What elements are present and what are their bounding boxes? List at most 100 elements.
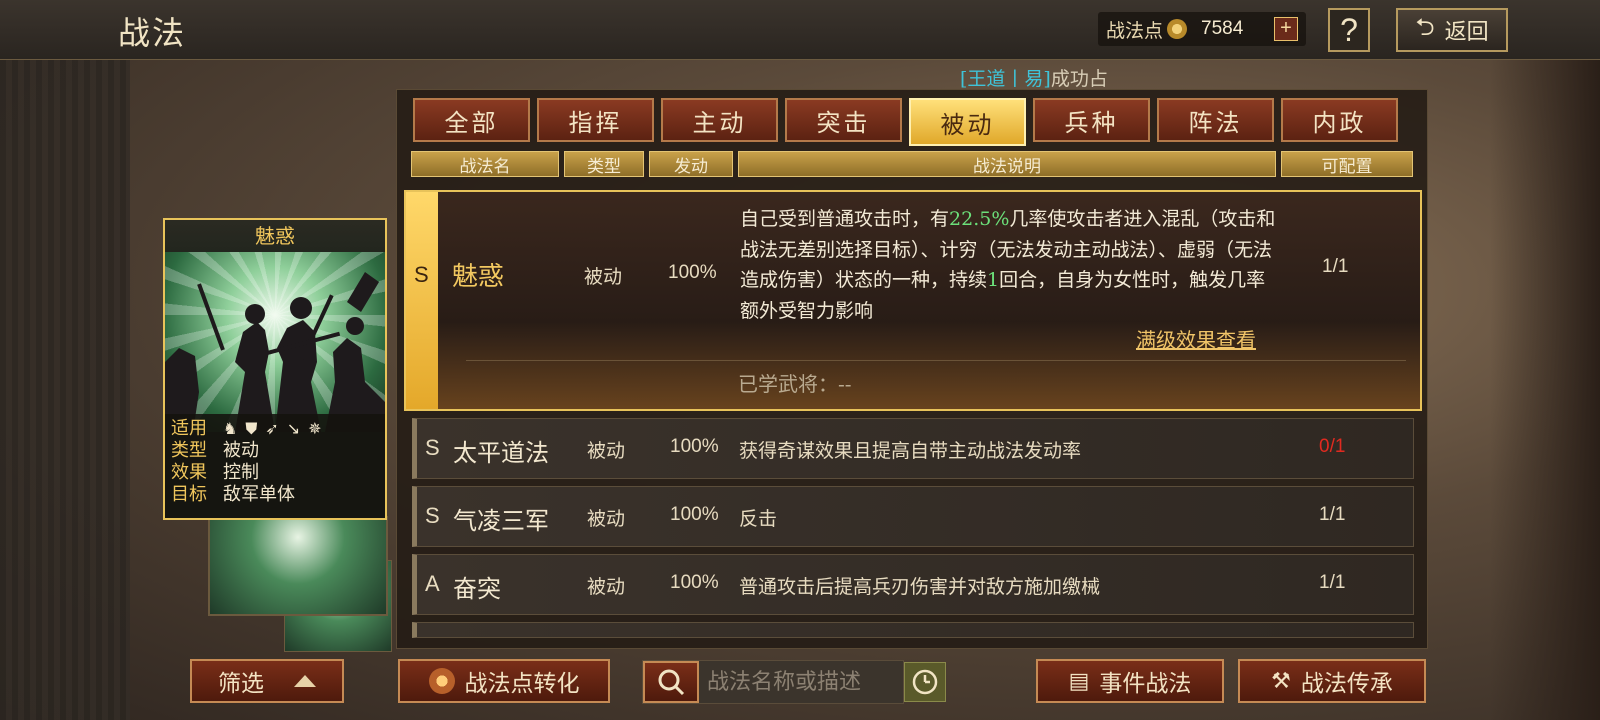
table-row-partial[interactable]: [412, 622, 1414, 638]
ticker-highlight: [王道丨易]: [960, 68, 1051, 90]
column-description: 战法说明: [738, 151, 1276, 177]
tab-command[interactable]: 指挥: [537, 98, 654, 142]
spear-icon: ↘: [286, 419, 301, 438]
wheel-icon: ✵: [308, 419, 322, 438]
card-title: 魅惑: [165, 220, 385, 252]
tactic-name: 奋突: [453, 575, 501, 603]
desc-part: 自己受到普通攻击时，有: [740, 208, 950, 230]
tactic-name: 魅惑: [452, 262, 505, 292]
tactic-rate: 100%: [670, 504, 719, 525]
column-name: 战法名: [411, 151, 559, 177]
type-value: 被动: [223, 440, 259, 461]
divider: [466, 360, 1406, 361]
page-title: 战法: [118, 14, 187, 52]
tab-assault[interactable]: 突击: [785, 98, 902, 142]
tactic-description: 获得奇谋效果且提高自带主动战法发动率: [739, 440, 1082, 462]
help-button[interactable]: ?: [1328, 8, 1370, 52]
background-left-pattern: [0, 60, 130, 720]
tactic-grade: A: [425, 571, 440, 596]
effect-value: 控制: [223, 462, 259, 483]
tactic-rate: 100%: [668, 262, 717, 283]
hammer-icon: ⚒: [1271, 668, 1291, 694]
search-icon: [658, 669, 685, 696]
tactic-name: 太平道法: [453, 439, 549, 467]
tab-troop[interactable]: 兵种: [1033, 98, 1150, 142]
tactic-config-count: 1/1: [1322, 256, 1349, 277]
warriors-silhouette-icon: [165, 272, 385, 432]
tactic-rate: 100%: [670, 436, 719, 457]
troop-icons: ♞ ⛊ ➶ ↘ ✵: [223, 418, 322, 440]
tab-passive[interactable]: 被动: [909, 98, 1026, 146]
top-bar: 战法 战法点 7584 + ? ⮌ 返回: [0, 0, 1600, 60]
add-points-button[interactable]: +: [1274, 17, 1298, 41]
tactic-config-count: 1/1: [1319, 504, 1346, 525]
search-box: [642, 660, 904, 704]
tactic-grade: S: [425, 503, 440, 528]
max-level-effect-link[interactable]: 满级效果查看: [1136, 324, 1256, 353]
ticker-text: 成功占: [1050, 68, 1108, 90]
return-arrow-icon: ⮌: [1415, 12, 1435, 41]
background-right-shade: [1490, 60, 1600, 720]
table-row[interactable]: S 气凌三军 被动 100% 反击 1/1: [412, 486, 1414, 547]
triangle-up-icon: [294, 675, 316, 687]
tactic-config-count: 1/1: [1319, 572, 1346, 593]
scroll-icon: ▤: [1068, 668, 1090, 694]
search-input[interactable]: [707, 667, 897, 697]
tactic-description: 反击: [739, 508, 778, 530]
tactic-type: 被动: [587, 440, 626, 462]
tactic-name: 气凌三军: [453, 507, 549, 535]
category-tabs: 全部 指挥 主动 突击 被动 兵种 阵法 内政: [413, 98, 1398, 146]
column-config: 可配置: [1281, 151, 1413, 177]
event-tactics-button[interactable]: ▤ 事件战法: [1036, 659, 1224, 703]
tab-internal[interactable]: 内政: [1281, 98, 1398, 142]
desc-highlight-percent: 22.5%: [949, 208, 1010, 230]
convert-label: 战法点转化: [464, 671, 580, 697]
tactic-rate: 100%: [670, 572, 719, 593]
cavalry-icon: ♞: [223, 419, 238, 438]
tactic-type: 被动: [584, 266, 623, 288]
tactic-config-count: 0/1: [1319, 436, 1346, 457]
tab-all[interactable]: 全部: [413, 98, 530, 142]
filter-label: 筛选: [218, 671, 264, 697]
table-header: 战法名 类型 发动 战法说明 可配置: [411, 151, 1413, 177]
type-label: 类型: [171, 440, 207, 461]
bow-icon: ➶: [265, 419, 279, 438]
shield-icon: ⛊: [245, 419, 258, 438]
table-row[interactable]: S 太平道法 被动 100% 获得奇谋效果且提高自带主动战法发动率 0/1: [412, 418, 1414, 479]
learned-generals: 已学武将：--: [738, 372, 852, 396]
effect-label: 效果: [171, 462, 207, 483]
tactic-type: 被动: [587, 508, 626, 530]
tactic-type: 被动: [587, 576, 626, 598]
tab-active[interactable]: 主动: [661, 98, 778, 142]
filter-button[interactable]: 筛选: [190, 659, 344, 703]
history-button[interactable]: [904, 662, 946, 702]
back-label: 返回: [1444, 20, 1489, 45]
target-value: 敌军单体: [223, 484, 295, 505]
apply-label: 适用: [171, 418, 207, 439]
broadcast-ticker: [王道丨易]成功占: [960, 64, 1108, 91]
selected-tactic-row[interactable]: S 魅惑 被动 100% 自己受到普通攻击时，有22.5%几率使攻击者进入混乱（…: [404, 190, 1422, 411]
tactic-description: 普通攻击后提高兵刃伤害并对敌方施加缴械: [739, 576, 1101, 598]
coin-icon: [1167, 19, 1188, 39]
tab-formation[interactable]: 阵法: [1157, 98, 1274, 142]
tactic-description: 自己受到普通攻击时，有22.5%几率使攻击者进入混乱（攻击和战法无差别选择目标）…: [740, 204, 1280, 326]
back-button[interactable]: ⮌ 返回: [1396, 8, 1508, 52]
desc-highlight-turns: 1: [987, 269, 1000, 291]
column-rate: 发动: [649, 151, 733, 177]
points-value: 7584: [1201, 18, 1244, 39]
points-label: 战法点: [1106, 19, 1164, 42]
tactic-points-display: 战法点 7584 +: [1098, 12, 1306, 46]
convert-points-button[interactable]: 战法点转化: [398, 659, 610, 703]
table-row[interactable]: A 奋突 被动 100% 普通攻击后提高兵刃伤害并对敌方施加缴械 1/1: [412, 554, 1414, 615]
selected-row-marker: [406, 192, 438, 409]
tactic-inherit-button[interactable]: ⚒ 战法传承: [1238, 659, 1426, 703]
target-label: 目标: [171, 484, 207, 505]
search-button[interactable]: [643, 661, 699, 703]
inherit-label: 战法传承: [1300, 671, 1393, 697]
event-label: 事件战法: [1099, 671, 1192, 697]
flame-coin-icon: [428, 668, 455, 694]
tactic-card: 魅惑 适用 ♞ ⛊ ➶ ↘ ✵ 类型 被动 效果 控制 目标 敌军单体: [163, 218, 387, 520]
card-info: 适用 ♞ ⛊ ➶ ↘ ✵ 类型 被动 效果 控制 目标 敌军单体: [165, 414, 385, 518]
clock-icon: [912, 669, 938, 695]
card-stack-middle: [208, 516, 388, 616]
